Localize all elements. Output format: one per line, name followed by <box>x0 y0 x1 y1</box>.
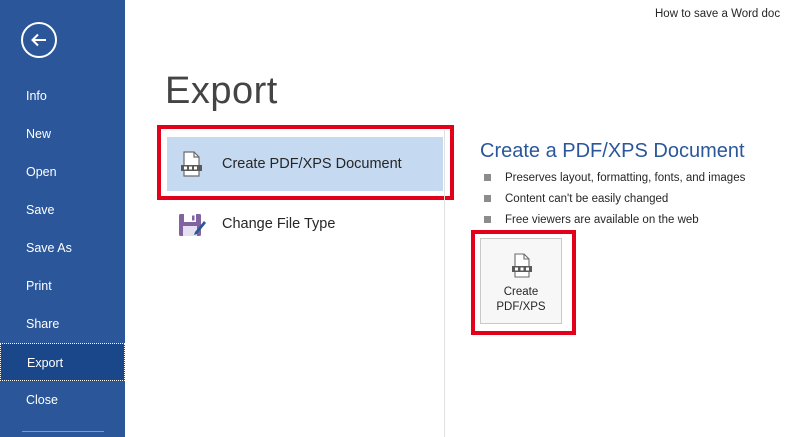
list-item: Preserves layout, formatting, fonts, and… <box>484 169 745 190</box>
option-change-file-type[interactable]: Change File Type <box>167 197 443 251</box>
sidebar-item-print[interactable]: Print <box>0 267 125 305</box>
page-title: Export <box>165 70 278 112</box>
window-title: How to save a Word doc <box>655 8 781 20</box>
backstage-sidebar: Info New Open Save Save As Print Share E… <box>0 0 125 437</box>
back-button[interactable] <box>21 22 57 58</box>
highlight-box-option <box>157 125 454 200</box>
sidebar-item-share[interactable]: Share <box>0 305 125 343</box>
sidebar-item-save-as[interactable]: Save As <box>0 229 125 267</box>
sidebar-item-new[interactable]: New <box>0 115 125 153</box>
list-item: Content can't be easily changed <box>484 190 745 211</box>
detail-title: Create a PDF/XPS Document <box>480 140 745 162</box>
detail-bullet-list: Preserves layout, formatting, fonts, and… <box>484 169 745 232</box>
list-item: Free viewers are available on the web <box>484 211 745 232</box>
sidebar-item-save[interactable]: Save <box>0 191 125 229</box>
sidebar-divider <box>22 431 104 432</box>
bullet-square-icon <box>484 174 491 181</box>
bullet-square-icon <box>484 195 491 202</box>
highlight-box-button <box>471 230 576 335</box>
bullet-square-icon <box>484 216 491 223</box>
sidebar-item-export[interactable]: Export <box>0 343 125 381</box>
arrow-left-icon <box>31 33 46 47</box>
sidebar-item-open[interactable]: Open <box>0 153 125 191</box>
sidebar-item-close[interactable]: Close <box>0 381 125 419</box>
option-label: Change File Type <box>222 216 336 232</box>
save-as-file-type-icon <box>179 214 206 236</box>
panel-divider <box>444 130 445 437</box>
sidebar-item-info[interactable]: Info <box>0 77 125 115</box>
